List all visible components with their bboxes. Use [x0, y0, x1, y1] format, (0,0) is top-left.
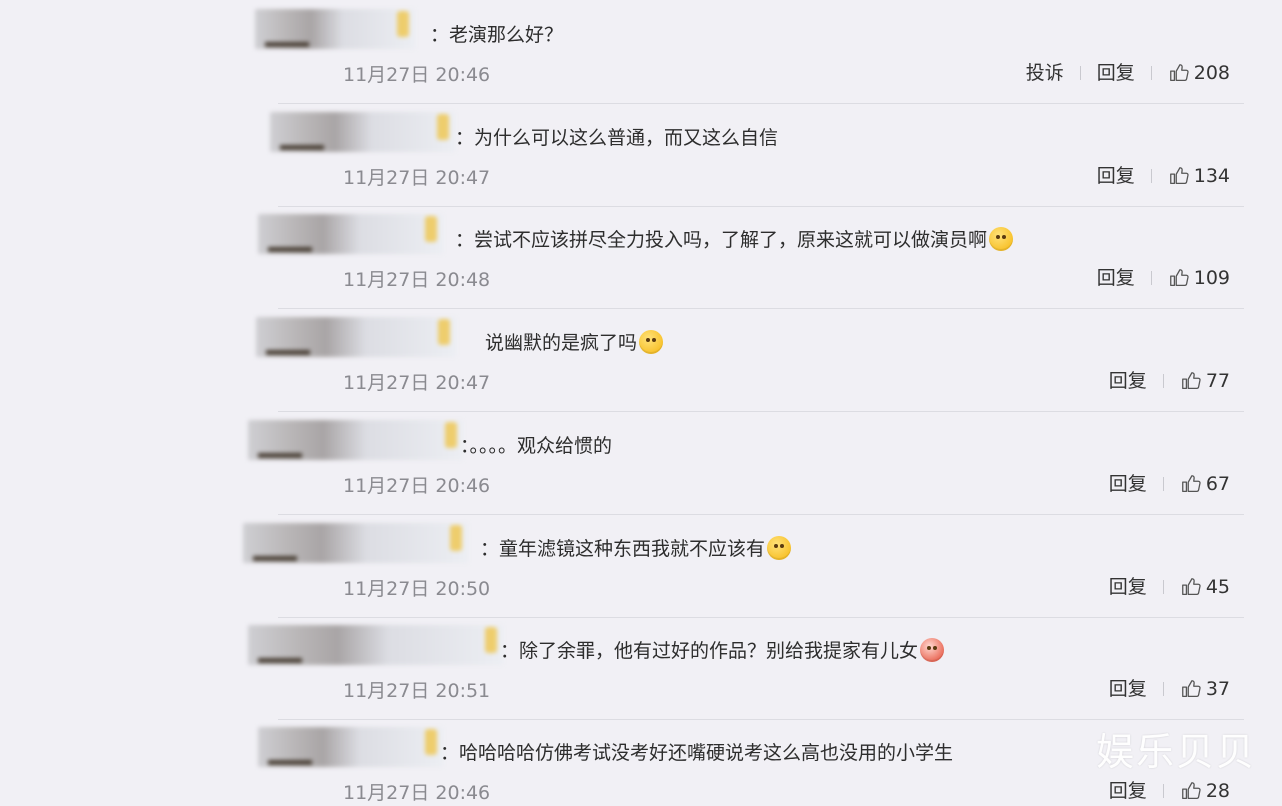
- comment-timestamp: 11月27日 20:46: [343, 782, 491, 804]
- like-button[interactable]: 109: [1168, 265, 1230, 291]
- comment-list: ：老演那么好？ 11月27日 20:46 投诉 回复 208 ：为什么可以这么普…: [0, 0, 1282, 806]
- comment-text: ：尝试不应该拼尽全力投入吗，了解了，原来这就可以做演员啊: [455, 229, 988, 251]
- like-count: 37: [1205, 678, 1230, 700]
- like-count: 109: [1193, 267, 1230, 289]
- thumbs-up-icon: [1181, 578, 1201, 595]
- watermark-text: 娱乐贝贝: [1095, 730, 1256, 774]
- like-count: 134: [1193, 165, 1230, 187]
- comment-text-line: ：老演那么好？: [430, 22, 563, 48]
- like-button[interactable]: 134: [1168, 163, 1230, 189]
- action-separator: [1162, 682, 1164, 696]
- reply-button[interactable]: 回复: [1109, 574, 1147, 600]
- action-separator: [1162, 477, 1164, 491]
- comment-actions: 回复 45: [1109, 574, 1230, 600]
- reply-button[interactable]: 回复: [1097, 60, 1135, 86]
- comment-text: ：童年滤镜这种东西我就不应该有: [480, 538, 766, 560]
- comment-timestamp: 11月27日 20:48: [343, 269, 491, 291]
- comment-timestamp: 11月27日 20:46: [343, 475, 491, 497]
- comment-timestamp: 11月27日 20:46: [343, 64, 491, 86]
- comment-actions: 回复 77: [1109, 368, 1230, 394]
- thumbs-up-icon: [1181, 475, 1201, 492]
- comment-timestamp: 11月27日 20:47: [343, 167, 491, 189]
- comment-text-line: ：为什么可以这么普通，而又这么自信: [455, 125, 778, 151]
- action-separator: [1150, 169, 1152, 183]
- shocked-face-emoji: [639, 330, 664, 354]
- comment-text-line: ：尝试不应该拼尽全力投入吗，了解了，原来这就可以做演员啊: [455, 227, 1014, 253]
- like-count: 28: [1205, 780, 1230, 802]
- blurred-user-avatar[interactable]: [258, 214, 443, 254]
- angry-face-emoji: [920, 638, 945, 662]
- thumbs-up-icon: [1181, 680, 1201, 697]
- like-button[interactable]: 45: [1180, 574, 1230, 600]
- comment-text: ：为什么可以这么普通，而又这么自信: [455, 127, 779, 149]
- comment-divider: [278, 719, 1244, 720]
- shy-face-emoji: [989, 227, 1014, 251]
- comment-text-line: ：哈哈哈哈仿佛考试没考好还嘴硬说考这么高也没用的小学生: [440, 740, 953, 766]
- comment-timestamp: 11月27日 20:51: [343, 680, 491, 702]
- comment-text-line: ：童年滤镜这种东西我就不应该有: [480, 536, 792, 562]
- reply-button[interactable]: 回复: [1097, 265, 1135, 291]
- thumbs-up-icon: [1169, 167, 1189, 184]
- like-button[interactable]: 77: [1180, 368, 1230, 394]
- comment-text: ：。。。。观众给惯的: [460, 435, 613, 457]
- thinking-face-emoji: [767, 536, 792, 560]
- report-button[interactable]: 投诉: [1026, 60, 1064, 86]
- like-count: 208: [1193, 62, 1230, 84]
- thumbs-up-icon: [1169, 269, 1189, 286]
- like-button[interactable]: 37: [1180, 676, 1230, 702]
- comment-actions: 回复 134: [1097, 163, 1230, 189]
- comment-text: 说幽默的是疯了吗: [485, 332, 638, 354]
- blurred-user-avatar[interactable]: [256, 317, 456, 357]
- comment-actions: 回复 28: [1109, 778, 1230, 804]
- reply-button[interactable]: 回复: [1097, 163, 1135, 189]
- thumbs-up-icon: [1181, 782, 1201, 799]
- action-separator: [1150, 66, 1152, 80]
- comment-divider: [278, 617, 1244, 618]
- like-count: 67: [1205, 473, 1230, 495]
- blurred-user-avatar[interactable]: [270, 112, 455, 152]
- comment-text-line: 说幽默的是疯了吗: [485, 330, 664, 356]
- comment-divider: [278, 206, 1244, 207]
- comment-page: ：老演那么好？ 11月27日 20:46 投诉 回复 208 ：为什么可以这么普…: [0, 0, 1282, 806]
- like-button[interactable]: 208: [1168, 60, 1230, 86]
- comment-divider: [278, 308, 1244, 309]
- comment-timestamp: 11月27日 20:47: [343, 372, 491, 394]
- like-button[interactable]: 67: [1180, 471, 1230, 497]
- like-count: 45: [1205, 576, 1230, 598]
- blurred-user-avatar[interactable]: [255, 9, 415, 49]
- thumbs-up-icon: [1181, 372, 1201, 389]
- comment-text: ：哈哈哈哈仿佛考试没考好还嘴硬说考这么高也没用的小学生: [440, 742, 954, 764]
- action-separator: [1150, 271, 1152, 285]
- comment-text: ：除了余罪，他有过好的作品？别给我提家有儿女: [500, 640, 919, 662]
- like-button[interactable]: 28: [1180, 778, 1230, 804]
- comment-text-line: ：除了余罪，他有过好的作品？别给我提家有儿女: [500, 638, 945, 664]
- reply-button[interactable]: 回复: [1109, 778, 1147, 804]
- reply-button[interactable]: 回复: [1109, 471, 1147, 497]
- action-separator: [1162, 374, 1164, 388]
- comment-divider: [278, 411, 1244, 412]
- blurred-user-avatar[interactable]: [248, 625, 503, 665]
- blurred-user-avatar[interactable]: [258, 727, 443, 767]
- comment-timestamp: 11月27日 20:50: [343, 578, 491, 600]
- action-separator: [1162, 580, 1164, 594]
- comment-divider: [278, 103, 1244, 104]
- action-separator: [1162, 784, 1164, 798]
- comment-text-line: ：。。。。观众给惯的: [460, 433, 612, 459]
- reply-button[interactable]: 回复: [1109, 676, 1147, 702]
- action-separator: [1079, 66, 1081, 80]
- like-count: 77: [1205, 370, 1230, 392]
- thumbs-up-icon: [1169, 64, 1189, 81]
- comment-actions: 回复 109: [1097, 265, 1230, 291]
- blurred-user-avatar[interactable]: [243, 523, 468, 563]
- comment-text: ：老演那么好？: [430, 24, 564, 46]
- comment-actions: 回复 67: [1109, 471, 1230, 497]
- comment-actions: 投诉 回复 208: [1026, 60, 1230, 86]
- reply-button[interactable]: 回复: [1109, 368, 1147, 394]
- comment-divider: [278, 514, 1244, 515]
- blurred-user-avatar[interactable]: [248, 420, 463, 460]
- comment-actions: 回复 37: [1109, 676, 1230, 702]
